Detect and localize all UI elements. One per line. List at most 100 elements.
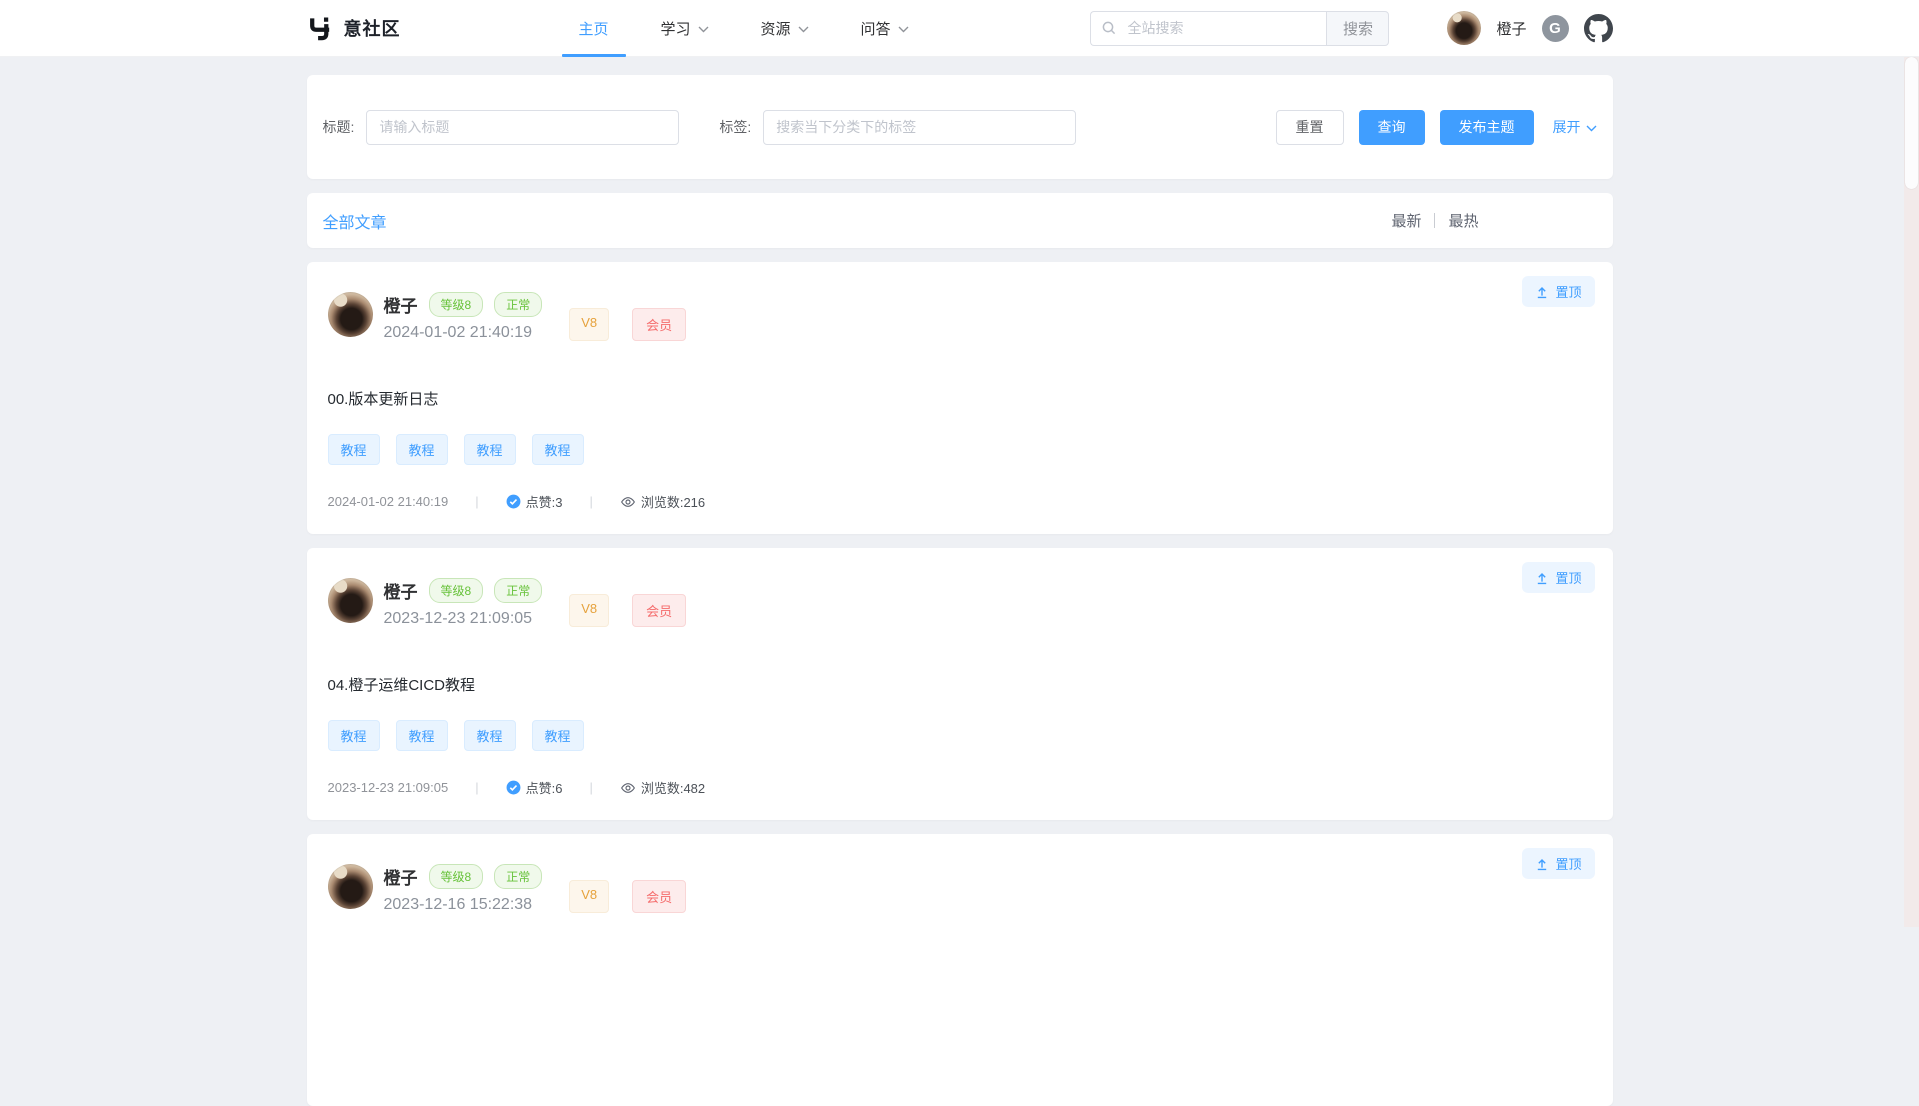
sort-group: 最新 最热 <box>1391 210 1478 231</box>
pin-button[interactable]: 置顶 <box>1522 562 1594 593</box>
query-button[interactable]: 查询 <box>1359 110 1425 145</box>
nav-label: 问答 <box>861 18 891 39</box>
tag[interactable]: 教程 <box>396 434 448 465</box>
tag[interactable]: 教程 <box>532 720 584 751</box>
scrollbar-thumb[interactable] <box>1905 57 1918 189</box>
post-author-row: 橙子 等级8 正常 2023-12-23 21:09:05 V8 会员 <box>328 578 1593 628</box>
main-content: 标题: 标签: 重置 查询 发布主题 展开 全部文章 最新 最热 <box>307 57 1613 1106</box>
all-articles-link[interactable]: 全部文章 <box>323 209 387 233</box>
pin-button[interactable]: 置顶 <box>1522 848 1594 879</box>
list-header: 全部文章 最新 最热 <box>307 193 1613 248</box>
main-nav: 主页 学习 资源 问答 <box>579 0 961 56</box>
avatar[interactable] <box>1447 11 1481 45</box>
tag[interactable]: 教程 <box>464 720 516 751</box>
search-icon <box>1101 20 1117 36</box>
expand-label: 展开 <box>1553 117 1581 137</box>
chevron-down-icon <box>698 26 709 33</box>
pin-button[interactable]: 置顶 <box>1522 276 1594 307</box>
chevron-down-icon <box>798 26 809 33</box>
sort-hottest[interactable]: 最热 <box>1448 210 1478 231</box>
author-name[interactable]: 橙子 <box>384 578 418 603</box>
post-title[interactable]: 00.版本更新日志 <box>328 388 1593 409</box>
footer-date: 2024-01-02 21:40:19 <box>328 494 449 509</box>
post-author-row: 橙子 等级8 正常 2024-01-02 21:40:19 V8 会员 <box>328 292 1593 342</box>
footer-divider: | <box>475 494 478 509</box>
tag-filter-input[interactable] <box>763 110 1076 145</box>
author-name[interactable]: 橙子 <box>384 292 418 317</box>
footer-divider: | <box>589 494 592 509</box>
post-date: 2023-12-16 15:22:38 <box>384 896 543 914</box>
post-title[interactable]: 04.橙子运维CICD教程 <box>328 674 1593 695</box>
vip-badge: V8 <box>569 594 609 627</box>
post-tags: 教程 教程 教程 教程 <box>328 720 1593 751</box>
reset-button[interactable]: 重置 <box>1276 110 1344 145</box>
avatar[interactable] <box>328 864 373 909</box>
likes-label: 点赞:6 <box>526 778 563 797</box>
sort-newest[interactable]: 最新 <box>1391 210 1421 231</box>
github-icon[interactable] <box>1584 14 1613 43</box>
scrollbar-track[interactable] <box>1904 57 1919 927</box>
nav-label: 主页 <box>579 18 609 39</box>
active-tab-underline <box>562 54 626 57</box>
avatar[interactable] <box>328 292 373 337</box>
pin-top-icon <box>1535 285 1549 299</box>
vip-badge: V8 <box>569 308 609 341</box>
chevron-down-icon <box>898 26 909 33</box>
pin-top-icon <box>1535 857 1549 871</box>
pin-label: 置顶 <box>1555 568 1581 587</box>
gitee-icon[interactable]: G <box>1542 15 1569 42</box>
eye-icon <box>620 494 636 510</box>
likes-label: 点赞:3 <box>526 492 563 511</box>
search-box[interactable] <box>1090 11 1326 46</box>
status-badge: 正常 <box>494 864 542 889</box>
post-card[interactable]: 置顶 橙子 等级8 正常 2023-12-23 21:09:05 V8 会员 0… <box>307 548 1613 820</box>
level-badge: 等级8 <box>429 864 484 889</box>
post-author-row: 橙子 等级8 正常 2023-12-16 15:22:38 V8 会员 <box>328 864 1593 914</box>
like-check-icon <box>506 494 521 509</box>
nav-item-home[interactable]: 主页 <box>579 0 609 56</box>
footer-divider: | <box>589 780 592 795</box>
tag[interactable]: 教程 <box>532 434 584 465</box>
vip-badge: V8 <box>569 880 609 913</box>
brand-title: 意社区 <box>344 15 401 41</box>
tag[interactable]: 教程 <box>464 434 516 465</box>
member-badge: 会员 <box>632 880 686 913</box>
nav-item-qa[interactable]: 问答 <box>861 0 909 56</box>
post-footer: 2024-01-02 21:40:19 | 点赞:3 | 浏览数:216 <box>328 492 1593 511</box>
member-badge: 会员 <box>632 594 686 627</box>
tag-filter-label: 标签: <box>719 117 751 137</box>
post-card[interactable]: 置顶 橙子 等级8 正常 2023-12-16 15:22:38 V8 会员 <box>307 834 1613 1106</box>
post-card[interactable]: 置顶 橙子 等级8 正常 2024-01-02 21:40:19 V8 会员 0… <box>307 262 1613 534</box>
expand-toggle[interactable]: 展开 <box>1553 117 1597 137</box>
title-filter-input[interactable] <box>366 110 679 145</box>
avatar[interactable] <box>328 578 373 623</box>
footer-divider: | <box>475 780 478 795</box>
eye-icon <box>620 780 636 796</box>
footer-date: 2023-12-23 21:09:05 <box>328 780 449 795</box>
views-label: 浏览数:482 <box>641 778 705 797</box>
like-check-icon <box>506 780 521 795</box>
nav-item-study[interactable]: 学习 <box>661 0 709 56</box>
tag[interactable]: 教程 <box>396 720 448 751</box>
brand[interactable]: 意社区 <box>307 15 401 42</box>
publish-topic-button[interactable]: 发布主题 <box>1440 110 1534 145</box>
post-date: 2024-01-02 21:40:19 <box>384 324 543 342</box>
tag[interactable]: 教程 <box>328 434 380 465</box>
brand-logo-icon <box>307 15 334 42</box>
member-badge: 会员 <box>632 308 686 341</box>
search-button[interactable]: 搜索 <box>1326 11 1389 46</box>
likes-stat: 点赞:3 <box>506 492 563 511</box>
nav-item-resource[interactable]: 资源 <box>761 0 809 56</box>
level-badge: 等级8 <box>429 578 484 603</box>
nav-label: 资源 <box>761 18 791 39</box>
author-name[interactable]: 橙子 <box>384 864 418 889</box>
likes-stat: 点赞:6 <box>506 778 563 797</box>
header-username[interactable]: 橙子 <box>1496 18 1526 39</box>
tag[interactable]: 教程 <box>328 720 380 751</box>
post-tags: 教程 教程 教程 教程 <box>328 434 1593 465</box>
top-navbar: 意社区 主页 学习 资源 问答 <box>0 0 1919 57</box>
views-stat: 浏览数:216 <box>620 492 705 511</box>
post-footer: 2023-12-23 21:09:05 | 点赞:6 | 浏览数:482 <box>328 778 1593 797</box>
pin-label: 置顶 <box>1555 282 1581 301</box>
search-input[interactable] <box>1125 19 1316 37</box>
